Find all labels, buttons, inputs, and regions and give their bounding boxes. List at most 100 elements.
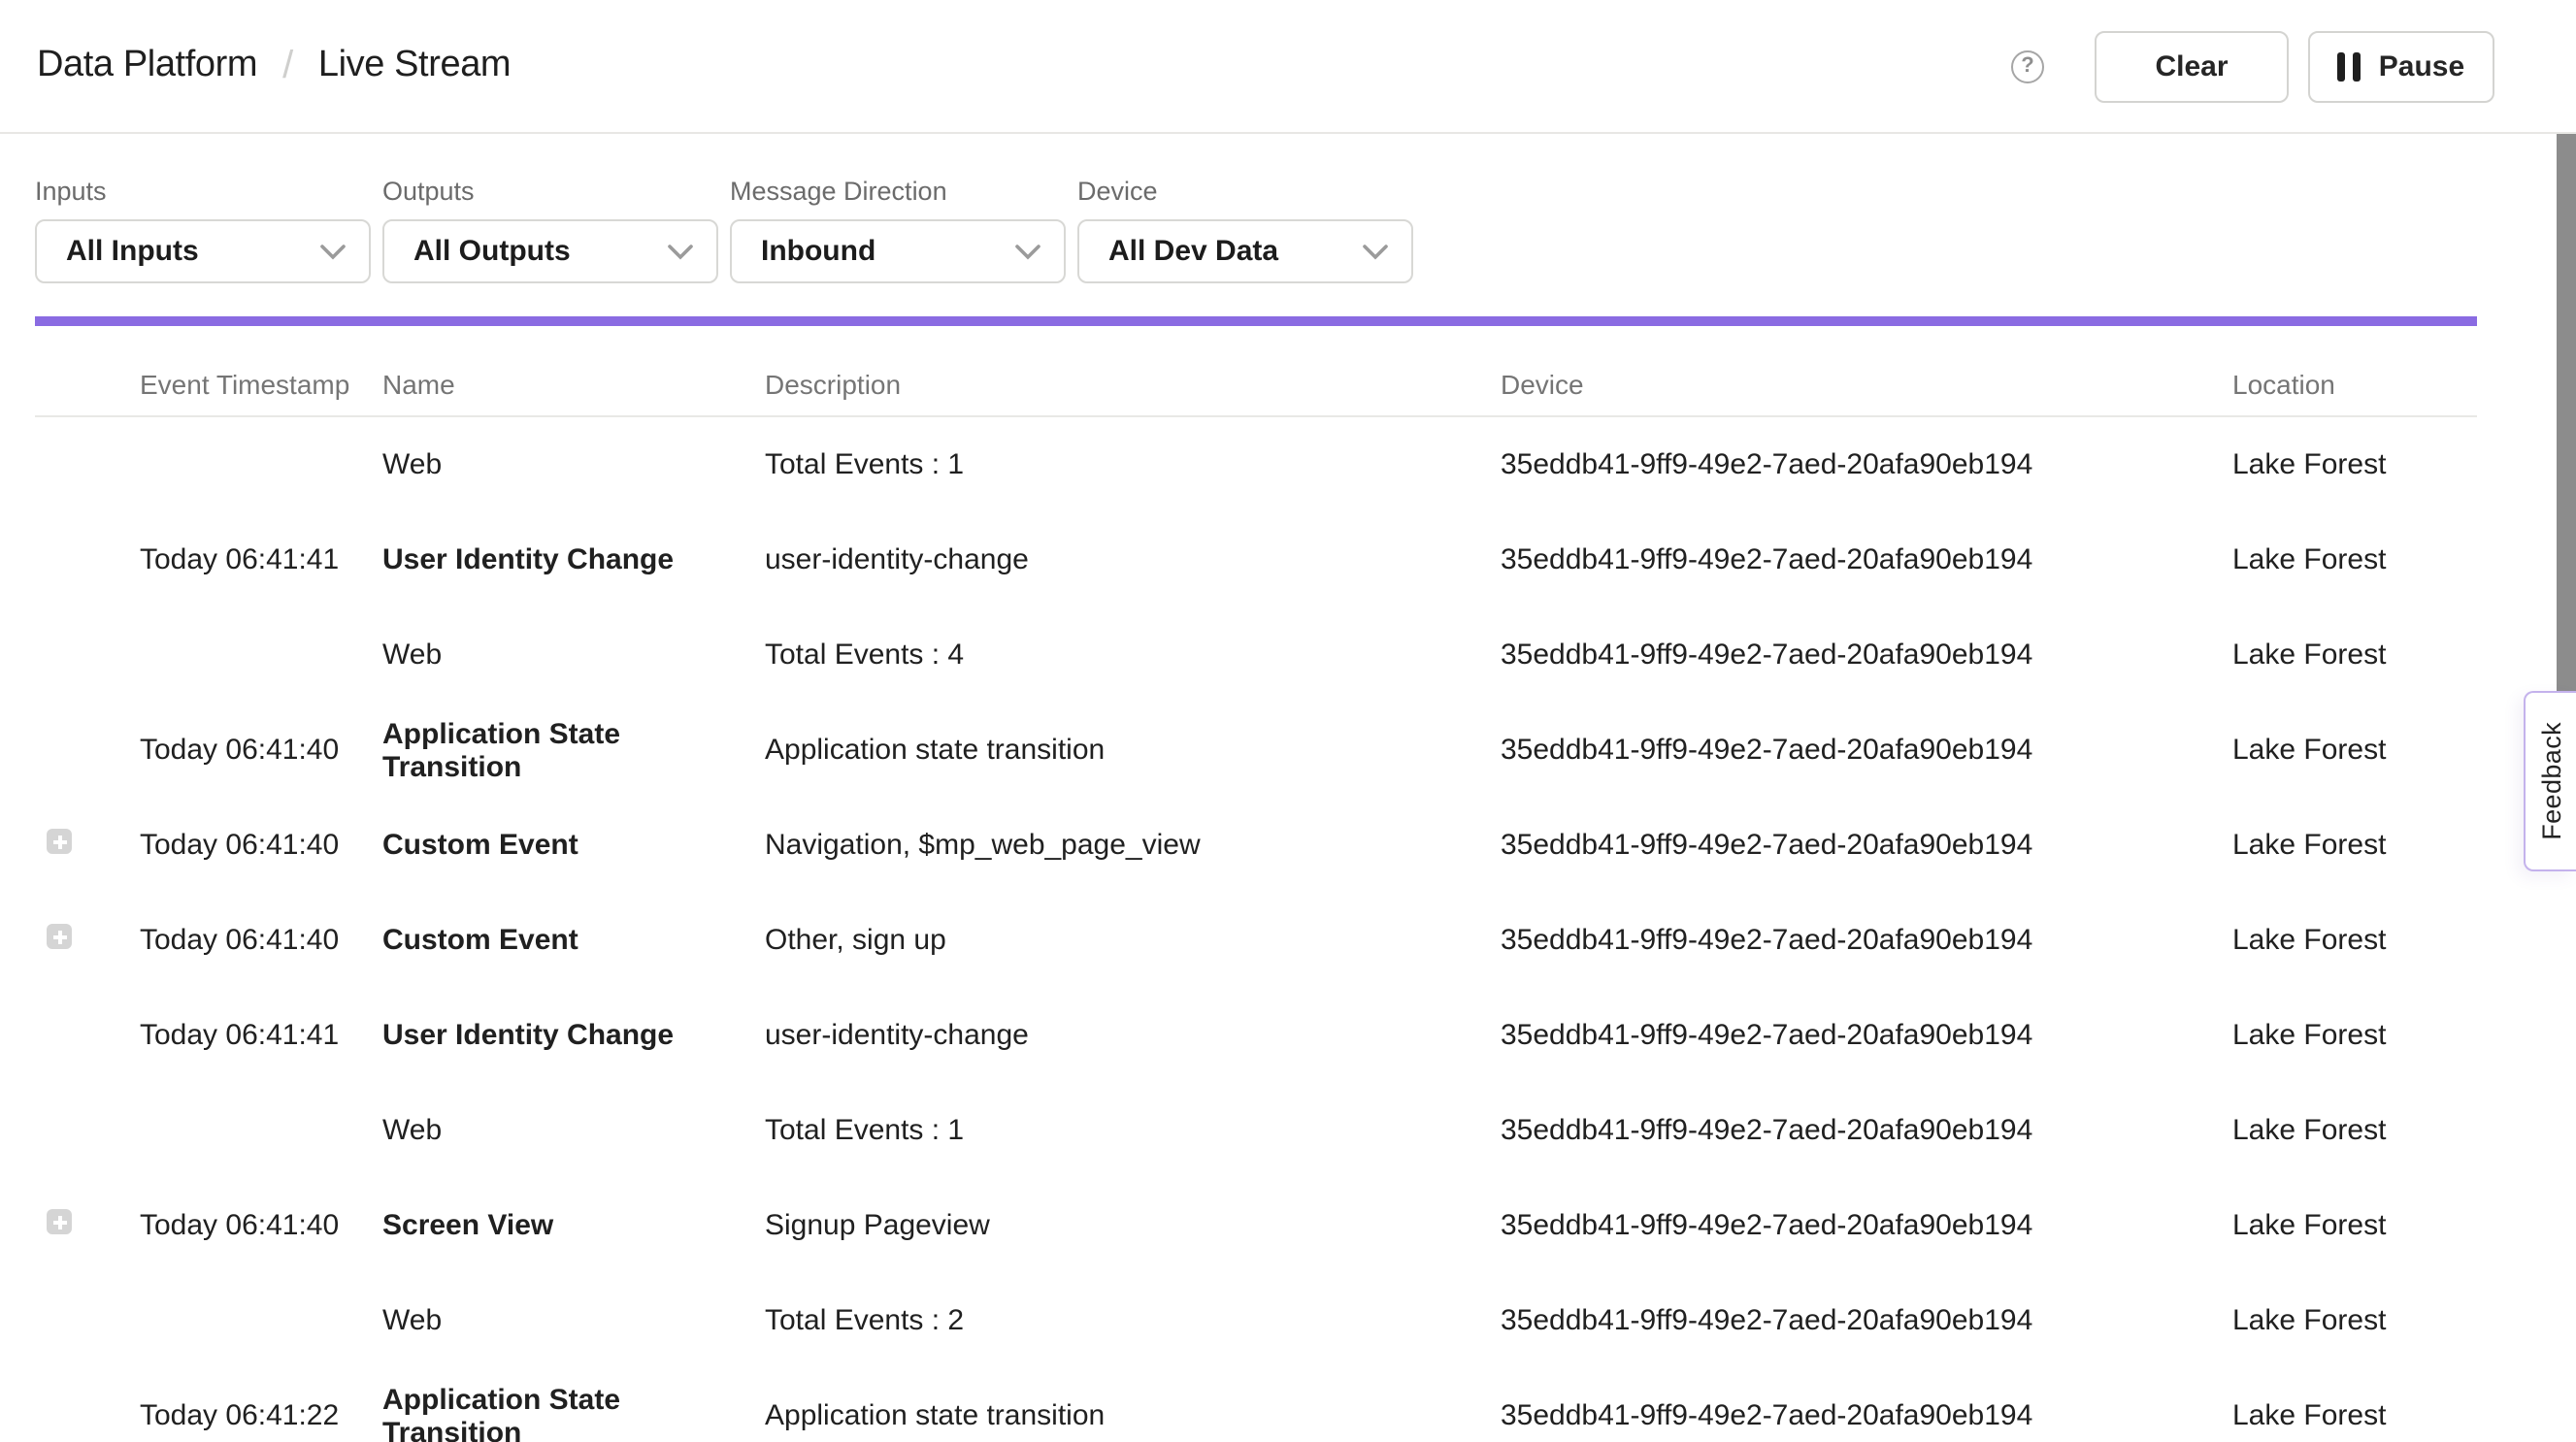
expand-cell: [35, 1304, 140, 1337]
feedback-tab-label: Feedback: [2536, 722, 2565, 840]
plus-icon[interactable]: [47, 1209, 72, 1234]
event-name-cell: Application State Transition: [382, 717, 765, 783]
top-header: Data Platform / Live Stream ? Clear Paus…: [0, 0, 2576, 134]
event-name-cell: User Identity Change: [382, 1019, 765, 1052]
event-timestamp-cell: Today 06:41:41: [140, 543, 382, 576]
table-row[interactable]: Web Total Events : 2 35eddb41-9ff9-49e2-…: [35, 1273, 2477, 1368]
table-row[interactable]: Today 06:41:40 Application State Transit…: [35, 703, 2477, 798]
event-location-cell: Lake Forest: [2232, 1304, 2477, 1337]
event-device-cell: 35eddb41-9ff9-49e2-7aed-20afa90eb194: [1501, 1304, 2232, 1337]
chevron-down-icon: [668, 244, 693, 259]
event-location-cell: Lake Forest: [2232, 1019, 2477, 1052]
event-timestamp-cell: Today 06:41:40: [140, 734, 382, 767]
table-row[interactable]: Today 06:41:40 Screen View Signup Pagevi…: [35, 1178, 2477, 1273]
event-location-cell: Lake Forest: [2232, 924, 2477, 957]
event-description-cell: Application state transition: [765, 1399, 1501, 1432]
event-description-cell: Signup Pageview: [765, 1209, 1501, 1242]
event-device-cell: 35eddb41-9ff9-49e2-7aed-20afa90eb194: [1501, 829, 2232, 862]
chevron-down-icon: [320, 244, 346, 259]
expand-cell: [35, 639, 140, 672]
event-location-cell: Lake Forest: [2232, 543, 2477, 576]
clear-button[interactable]: Clear: [2095, 30, 2289, 102]
event-description-cell: user-identity-change: [765, 1019, 1501, 1052]
table-row[interactable]: Web Total Events : 1 35eddb41-9ff9-49e2-…: [35, 417, 2477, 512]
event-device-cell: 35eddb41-9ff9-49e2-7aed-20afa90eb194: [1501, 1399, 2232, 1432]
expand-cell: [35, 448, 140, 481]
event-location-cell: Lake Forest: [2232, 829, 2477, 862]
pause-icon: [2338, 51, 2361, 81]
chevron-down-icon: [1015, 244, 1040, 259]
help-icon[interactable]: ?: [2011, 49, 2044, 82]
event-name-cell: Custom Event: [382, 829, 765, 862]
event-description-cell: Total Events : 2: [765, 1304, 1501, 1337]
table-row[interactable]: Today 06:41:40 Custom Event Navigation, …: [35, 798, 2477, 893]
event-description-cell: Total Events : 4: [765, 639, 1501, 672]
table-row[interactable]: Web Total Events : 4 35eddb41-9ff9-49e2-…: [35, 607, 2477, 703]
feedback-tab[interactable]: Feedback: [2524, 691, 2576, 871]
event-timestamp-cell: Today 06:41:40: [140, 1209, 382, 1242]
filter-dropdown[interactable]: Inbound: [730, 219, 1066, 283]
header-actions: ? Clear Pause: [2011, 30, 2494, 102]
event-name-cell: Web: [382, 639, 765, 672]
table-body: Web Total Events : 1 35eddb41-9ff9-49e2-…: [35, 417, 2477, 1442]
column-header-name: Name: [382, 369, 765, 400]
event-device-cell: 35eddb41-9ff9-49e2-7aed-20afa90eb194: [1501, 1019, 2232, 1052]
event-name-cell: User Identity Change: [382, 543, 765, 576]
event-device-cell: 35eddb41-9ff9-49e2-7aed-20afa90eb194: [1501, 924, 2232, 957]
table-row[interactable]: Web Total Events : 1 35eddb41-9ff9-49e2-…: [35, 1083, 2477, 1178]
column-header-event-timestamp: Event Timestamp: [140, 369, 382, 400]
filter-group: Inputs All Inputs: [35, 177, 371, 283]
pause-button-label: Pause: [2379, 49, 2464, 82]
event-description-cell: Navigation, $mp_web_page_view: [765, 829, 1501, 862]
expand-cell: [35, 1114, 140, 1147]
event-description-cell: user-identity-change: [765, 543, 1501, 576]
column-header-device: Device: [1501, 369, 2232, 400]
table-row[interactable]: Today 06:41:41 User Identity Change user…: [35, 988, 2477, 1083]
expand-cell: [35, 829, 140, 862]
filter-dropdown[interactable]: All Dev Data: [1077, 219, 1413, 283]
filter-label: Inputs: [35, 177, 371, 206]
event-name-cell: Web: [382, 448, 765, 481]
event-timestamp-cell: Today 06:41:40: [140, 829, 382, 862]
breadcrumb-parent[interactable]: Data Platform: [37, 45, 257, 87]
filter-selected-value: All Outputs: [413, 235, 571, 268]
column-header-location: Location: [2232, 369, 2477, 400]
table-row[interactable]: Today 06:41:41 User Identity Change user…: [35, 512, 2477, 607]
filter-dropdown[interactable]: All Outputs: [382, 219, 718, 283]
table-accent-bar: [35, 316, 2477, 326]
expand-cell: [35, 1399, 140, 1432]
pause-button[interactable]: Pause: [2308, 30, 2494, 102]
event-location-cell: Lake Forest: [2232, 734, 2477, 767]
event-location-cell: Lake Forest: [2232, 1114, 2477, 1147]
event-description-cell: Other, sign up: [765, 924, 1501, 957]
filter-selected-value: All Inputs: [66, 235, 199, 268]
table-row[interactable]: Today 06:41:22 Application State Transit…: [35, 1368, 2477, 1442]
event-name-cell: Web: [382, 1114, 765, 1147]
event-name-cell: Custom Event: [382, 924, 765, 957]
event-table: Event Timestamp Name Description Device …: [35, 316, 2477, 1442]
filter-dropdown[interactable]: All Inputs: [35, 219, 371, 283]
event-device-cell: 35eddb41-9ff9-49e2-7aed-20afa90eb194: [1501, 448, 2232, 481]
chevron-down-icon: [1363, 244, 1388, 259]
table-row[interactable]: Today 06:41:40 Custom Event Other, sign …: [35, 893, 2477, 988]
scrollbar-thumb[interactable]: [2557, 134, 2576, 691]
expand-cell: [35, 1019, 140, 1052]
event-name-cell: Screen View: [382, 1209, 765, 1242]
event-device-cell: 35eddb41-9ff9-49e2-7aed-20afa90eb194: [1501, 1114, 2232, 1147]
event-device-cell: 35eddb41-9ff9-49e2-7aed-20afa90eb194: [1501, 639, 2232, 672]
expand-cell: [35, 734, 140, 767]
event-device-cell: 35eddb41-9ff9-49e2-7aed-20afa90eb194: [1501, 543, 2232, 576]
filter-group: Outputs All Outputs: [382, 177, 718, 283]
event-description-cell: Total Events : 1: [765, 1114, 1501, 1147]
event-device-cell: 35eddb41-9ff9-49e2-7aed-20afa90eb194: [1501, 1209, 2232, 1242]
event-description-cell: Total Events : 1: [765, 448, 1501, 481]
expand-cell: [35, 543, 140, 576]
filter-label: Outputs: [382, 177, 718, 206]
event-location-cell: Lake Forest: [2232, 1209, 2477, 1242]
plus-icon[interactable]: [47, 829, 72, 854]
plus-icon[interactable]: [47, 924, 72, 949]
filter-selected-value: All Dev Data: [1108, 235, 1278, 268]
breadcrumb: Data Platform / Live Stream: [37, 44, 2011, 88]
event-timestamp-cell: Today 06:41:22: [140, 1399, 382, 1432]
event-timestamp-cell: Today 06:41:41: [140, 1019, 382, 1052]
